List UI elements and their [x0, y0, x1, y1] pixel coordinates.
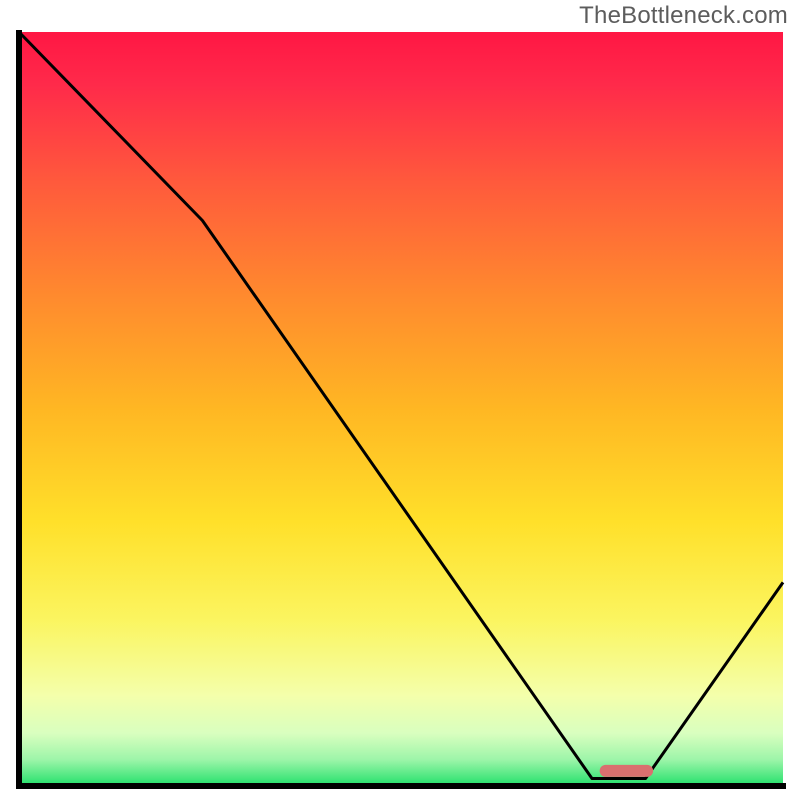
bottleneck-chart	[15, 30, 787, 790]
watermark-text: TheBottleneck.com	[579, 2, 788, 30]
gradient-background	[19, 32, 783, 786]
optimal-marker	[600, 765, 653, 777]
chart-frame: TheBottleneck.com	[0, 0, 800, 800]
plot-area	[19, 32, 783, 786]
